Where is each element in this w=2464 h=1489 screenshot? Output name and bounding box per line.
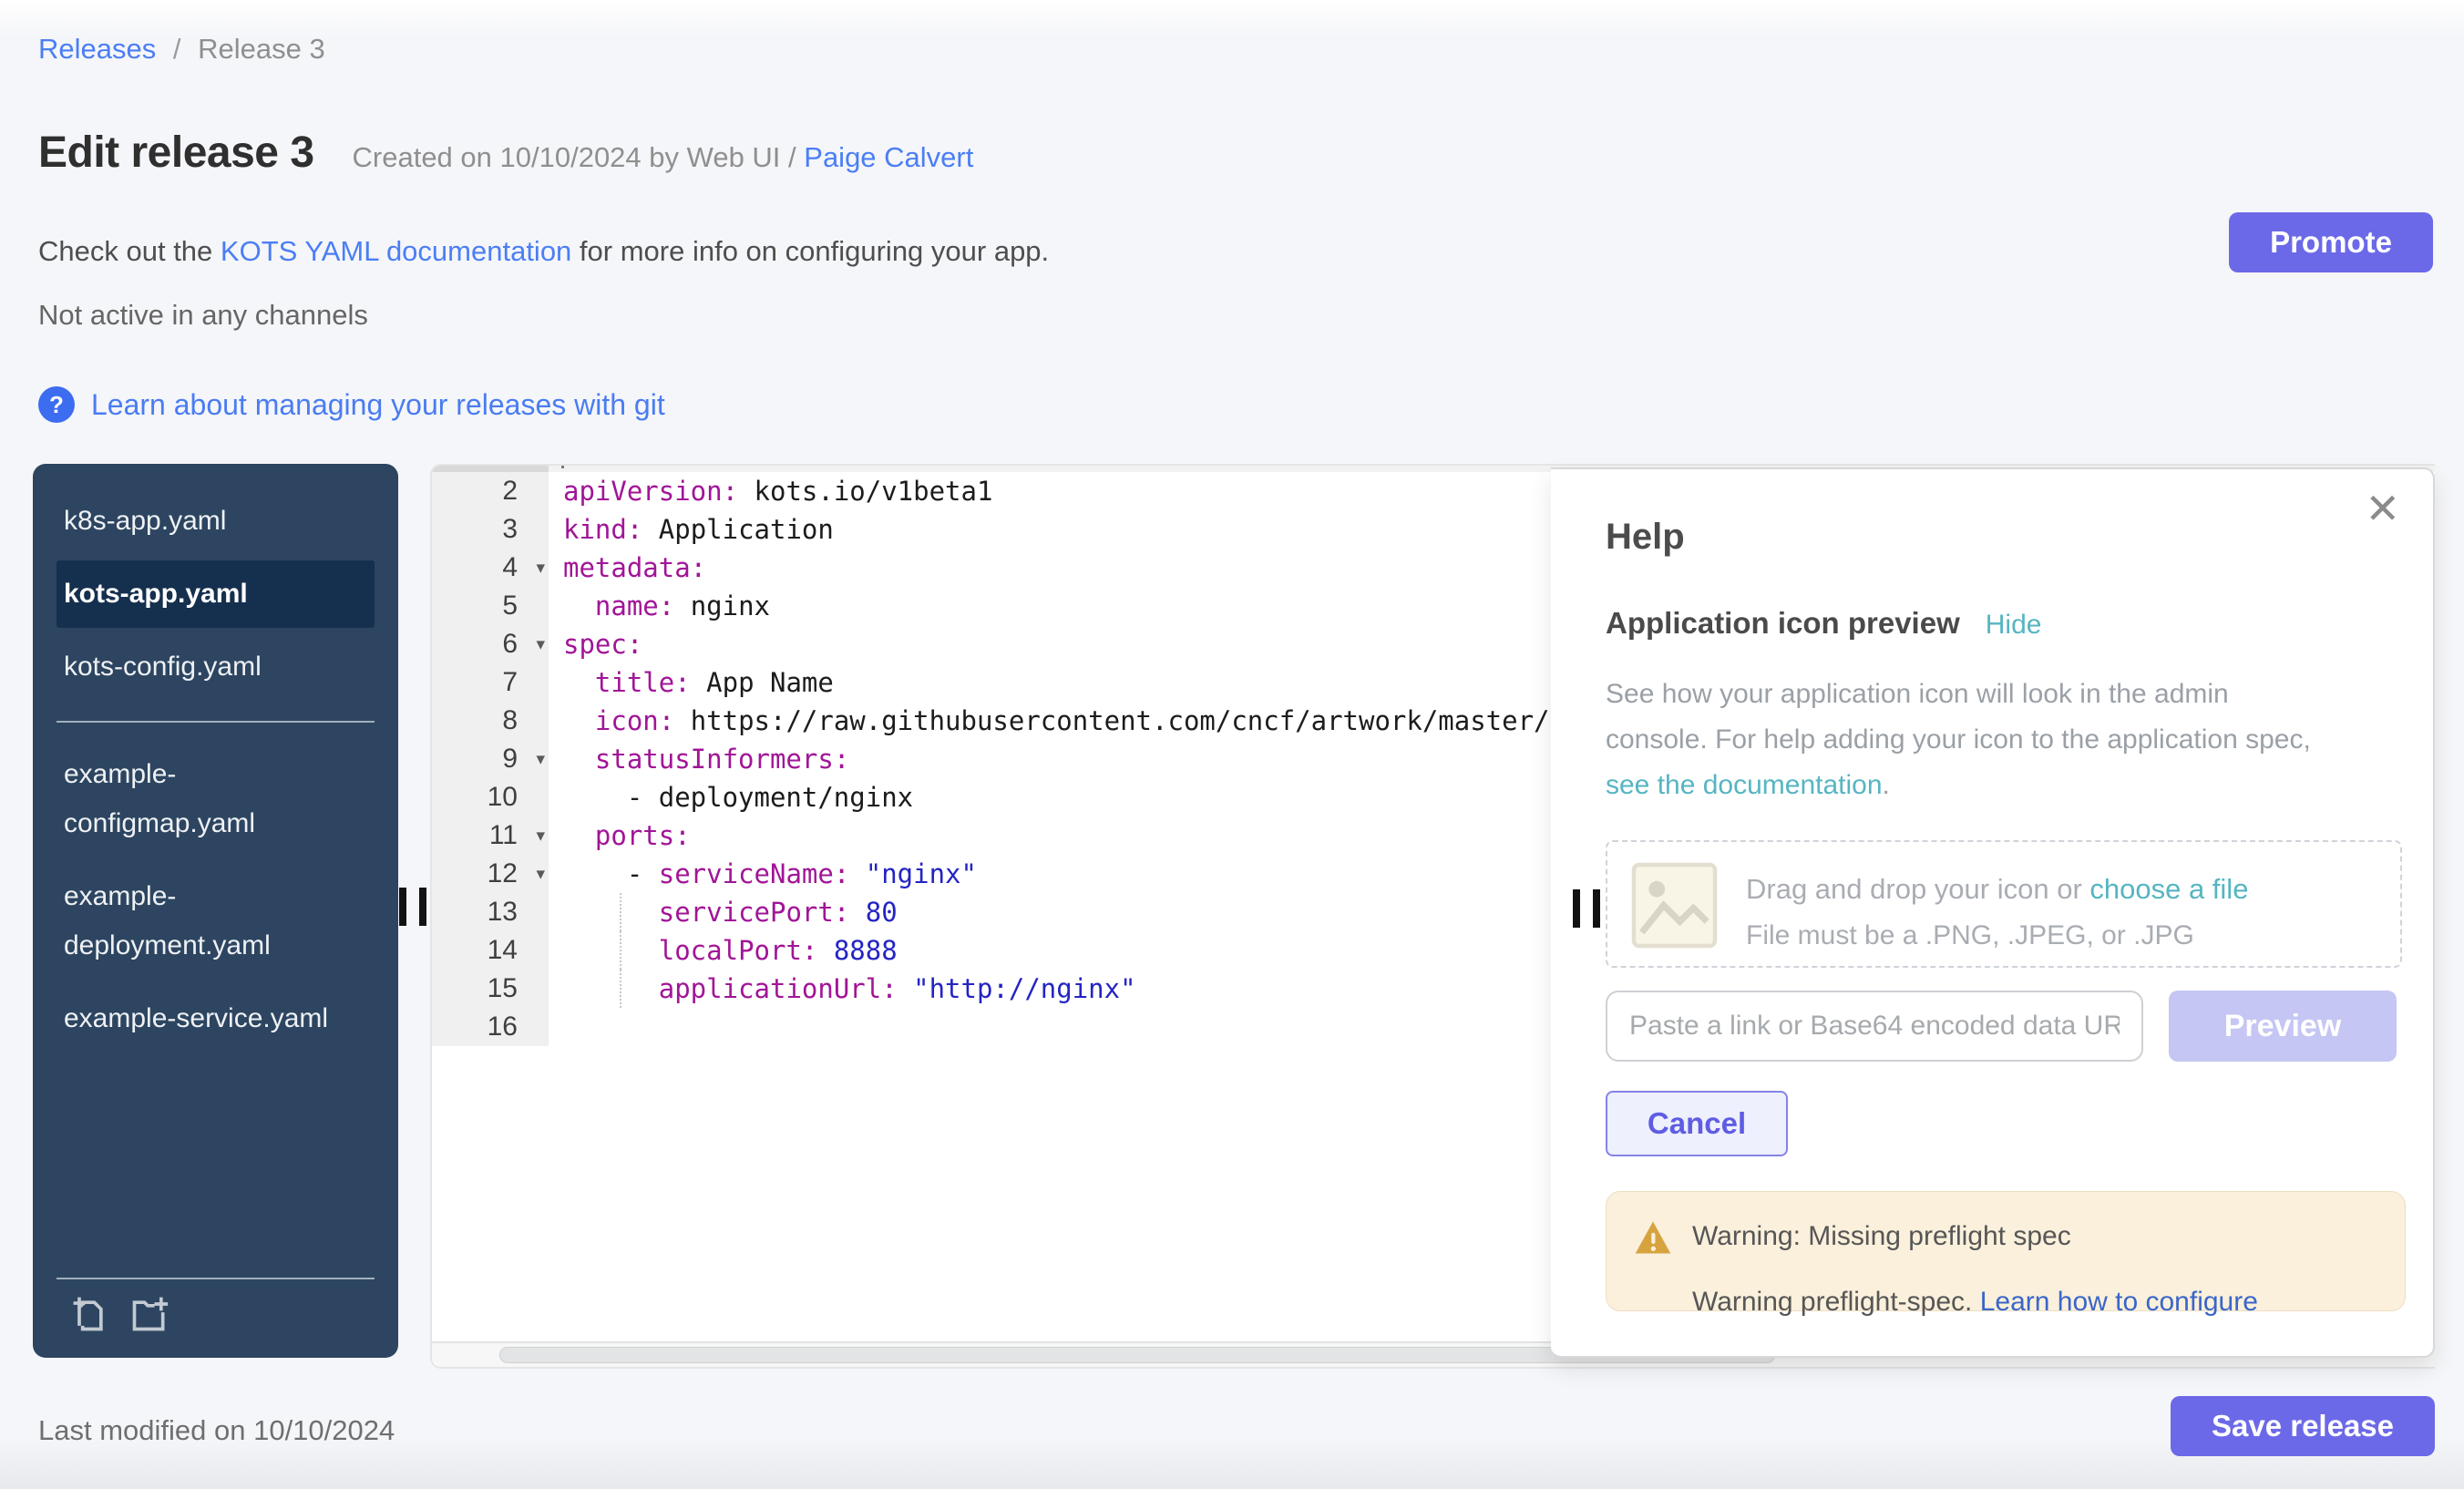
- created-info: Created on 10/10/2024 by Web UI / Paige …: [353, 141, 974, 174]
- line-number: 4▾: [432, 549, 549, 587]
- breadcrumb: Releases / Release 3: [38, 33, 325, 66]
- fold-arrow-icon[interactable]: ▾: [536, 549, 545, 588]
- help-panel-resize-handle[interactable]: [1573, 889, 1600, 928]
- icon-url-input[interactable]: [1606, 991, 2143, 1062]
- question-icon: ?: [38, 386, 75, 423]
- see-documentation-link[interactable]: see the documentation: [1606, 770, 1883, 800]
- add-file-icon[interactable]: [69, 1294, 109, 1334]
- preflight-configure-link[interactable]: Learn how to configure: [1980, 1287, 2258, 1317]
- icon-dropzone[interactable]: Drag and drop your icon or choose a file…: [1606, 840, 2402, 968]
- promote-button[interactable]: Promote: [2229, 212, 2433, 272]
- line-number: 10: [432, 778, 549, 816]
- docs-intro-text: Check out the KOTS YAML documentation fo…: [38, 235, 1049, 268]
- sidebar-footer: [56, 1278, 375, 1343]
- breadcrumb-releases-link[interactable]: Releases: [38, 33, 156, 65]
- icon-url-row: Preview: [1606, 991, 2143, 1062]
- fold-arrow-icon[interactable]: ▾: [536, 741, 545, 779]
- fold-arrow-icon[interactable]: ▾: [536, 817, 545, 856]
- warning-detail: Warning preflight-spec. Learn how to con…: [1692, 1287, 2258, 1318]
- cancel-button[interactable]: Cancel: [1606, 1091, 1788, 1156]
- line-number: 14: [432, 931, 549, 970]
- warning-title: Warning: Missing preflight spec: [1692, 1221, 2071, 1252]
- help-panel-title: Help: [1606, 517, 1685, 558]
- line-number: 6▾: [432, 625, 549, 663]
- page-title: Edit release 3: [38, 128, 314, 178]
- git-help-row: ? Learn about managing your releases wit…: [38, 386, 665, 423]
- breadcrumb-separator: /: [173, 33, 181, 65]
- warning-triangle-icon: [1634, 1219, 1672, 1256]
- choose-file-link[interactable]: choose a file: [2089, 873, 2248, 905]
- hide-link[interactable]: Hide: [1986, 610, 2042, 641]
- line-number: 13: [432, 893, 549, 931]
- file-list: k8s-app.yamlkots-app.yamlkots-config.yam…: [33, 464, 398, 1053]
- kots-yaml-docs-link[interactable]: KOTS YAML documentation: [221, 235, 571, 267]
- git-releases-link[interactable]: Learn about managing your releases with …: [91, 388, 665, 422]
- fold-arrow-icon[interactable]: ▾: [536, 856, 545, 894]
- text-cursor: [561, 464, 564, 468]
- icon-preview-title: Application icon preview: [1606, 606, 1960, 641]
- dropzone-file-types: File must be a .PNG, .JPEG, or .JPG: [1746, 920, 2194, 951]
- line-number: 3: [432, 510, 549, 549]
- sidebar-editor-resize-handle[interactable]: [399, 888, 426, 926]
- add-folder-icon[interactable]: [129, 1294, 169, 1334]
- file-item-k8s-app.yaml[interactable]: k8s-app.yaml: [56, 488, 375, 555]
- line-number: 1: [432, 464, 549, 472]
- created-text: Created on 10/10/2024 by Web UI /: [353, 141, 805, 173]
- line-number: 9▾: [432, 740, 549, 778]
- file-sidebar: k8s-app.yamlkots-app.yamlkots-config.yam…: [33, 464, 398, 1358]
- preview-button[interactable]: Preview: [2169, 991, 2397, 1062]
- fold-arrow-icon[interactable]: ▾: [536, 626, 545, 664]
- file-item-example-service.yaml[interactable]: example-service.yaml: [56, 985, 375, 1053]
- line-number: 11▾: [432, 816, 549, 855]
- dropzone-text: Drag and drop your icon or choose a file: [1746, 873, 2248, 906]
- last-modified-text: Last modified on 10/10/2024: [38, 1414, 395, 1447]
- release-editor-page: Releases / Release 3 Edit release 3 Crea…: [0, 0, 2464, 1489]
- line-number: 16: [432, 1008, 549, 1046]
- line-number: 15: [432, 970, 549, 1008]
- file-item-example-deployment.yaml[interactable]: example-deployment.yaml: [56, 863, 375, 980]
- save-release-button[interactable]: Save release: [2171, 1396, 2435, 1456]
- title-row: Edit release 3 Created on 10/10/2024 by …: [38, 128, 973, 178]
- file-item-kots-config.yaml[interactable]: kots-config.yaml: [56, 633, 375, 701]
- breadcrumb-current: Release 3: [198, 33, 325, 65]
- icon-preview-description: See how your application icon will look …: [1606, 672, 2311, 808]
- preflight-warning-box: Warning: Missing preflight spec Warning …: [1606, 1191, 2406, 1311]
- line-number: 2: [432, 472, 549, 510]
- file-item-kots-app.yaml[interactable]: kots-app.yaml: [56, 560, 375, 628]
- file-item-example-configmap.yaml[interactable]: example-configmap.yaml: [56, 741, 375, 857]
- line-number: 7: [432, 663, 549, 702]
- line-number: 12▾: [432, 855, 549, 893]
- created-by-link[interactable]: Paige Calvert: [804, 141, 973, 173]
- channel-status: Not active in any channels: [38, 299, 368, 332]
- icon-preview-section-header: Application icon preview Hide: [1606, 606, 2041, 641]
- line-number: 5: [432, 587, 549, 625]
- sidebar-divider: [56, 721, 375, 723]
- close-icon[interactable]: ✕: [2365, 484, 2400, 533]
- line-number: 8: [432, 702, 549, 740]
- help-panel: ✕ Help Application icon preview Hide See…: [1551, 467, 2435, 1358]
- image-placeholder-icon: [1631, 862, 1718, 949]
